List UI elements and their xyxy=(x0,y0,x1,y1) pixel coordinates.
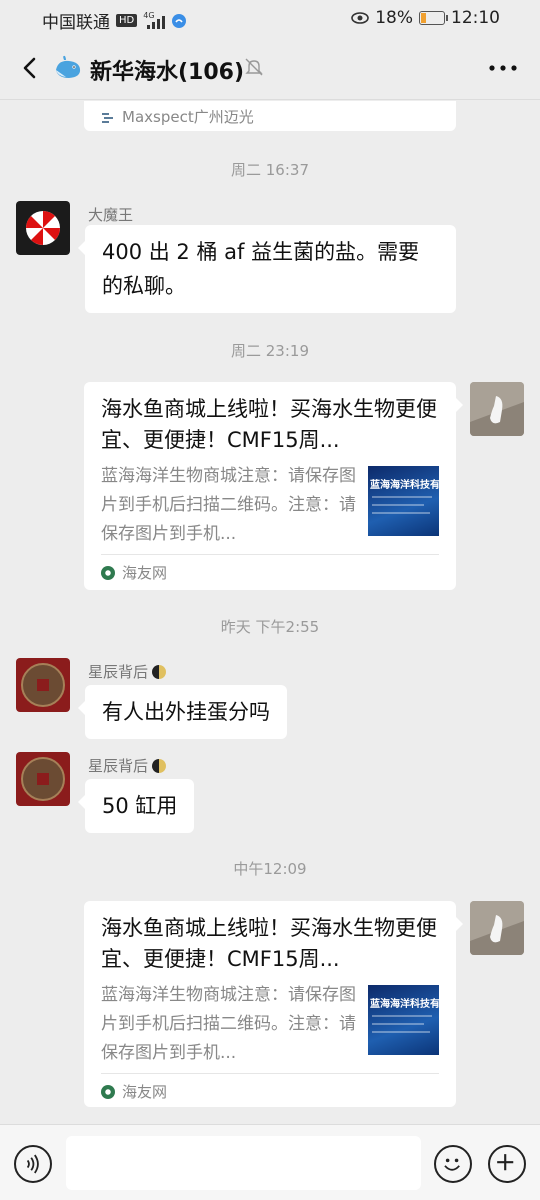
message-bubble[interactable]: 50 缸用 xyxy=(77,779,195,833)
input-bar xyxy=(0,1124,540,1200)
card-thumbnail: 蓝海海洋科技有 xyxy=(368,985,439,1055)
sender-name: 星辰背后 xyxy=(88,755,167,776)
chat-header: 新华海水(106) xyxy=(0,36,540,100)
signal-icon: 4G xyxy=(143,10,166,29)
hd-badge: HD xyxy=(116,14,138,27)
status-bar: 中国联通 HD 4G 18% 12:10 xyxy=(0,0,540,36)
message-bubble[interactable]: 有人出外挂蛋分吗 xyxy=(78,685,287,739)
coin-avatar-icon xyxy=(21,757,65,801)
card-title: 海水鱼商城上线啦！买海水生物更便宜、更便捷！CMF15周... xyxy=(101,916,437,971)
source-logo-icon xyxy=(101,565,115,580)
coin-avatar-icon xyxy=(21,663,65,707)
moon-emoji-icon xyxy=(152,664,167,679)
source-logo-icon xyxy=(101,1084,115,1099)
card-source: 海友网 xyxy=(122,564,168,582)
sender-name: 大魔王 xyxy=(88,206,134,224)
emoji-icon[interactable] xyxy=(434,1145,472,1183)
card-divider xyxy=(101,554,439,555)
moon-emoji-icon xyxy=(152,758,167,773)
message-bubble[interactable]: 400 出 2 桶 af 益生菌的盐。需要的私聊。 xyxy=(78,225,456,313)
chat-title: 新华海水(106) xyxy=(90,60,245,85)
previous-link-card[interactable]: Maxspect广州迈光 xyxy=(84,101,456,131)
eye-icon xyxy=(351,12,370,24)
card-source: Maxspect广州迈光 xyxy=(122,108,254,126)
my-avatar[interactable] xyxy=(470,901,524,955)
card-divider xyxy=(101,1073,439,1074)
voice-icon[interactable] xyxy=(14,1145,52,1183)
whale-icon xyxy=(56,55,81,78)
avatar[interactable] xyxy=(16,658,70,712)
avatar[interactable] xyxy=(16,752,70,806)
carrier-name: 中国联通 xyxy=(42,13,110,33)
chevron-left-icon[interactable] xyxy=(16,52,46,84)
message-input[interactable] xyxy=(66,1136,421,1190)
battery-percent: 18% xyxy=(375,8,413,28)
my-avatar[interactable] xyxy=(470,382,524,436)
wifi-icon xyxy=(172,13,187,28)
battery-icon xyxy=(419,11,448,25)
link-card[interactable]: 海水鱼商城上线啦！买海水生物更便宜、更便捷！CMF15周... 蓝海海洋生物商城… xyxy=(84,382,463,590)
timestamp: 昨天 下午2:55 xyxy=(220,618,320,636)
network-type: 4G xyxy=(143,10,155,20)
photo-avatar-icon xyxy=(470,901,524,955)
umbrella-logo-icon xyxy=(26,211,60,245)
timestamp: 中午12:09 xyxy=(233,860,307,878)
card-title: 海水鱼商城上线啦！买海水生物更便宜、更便捷！CMF15周... xyxy=(101,397,437,452)
more-dots-icon[interactable] xyxy=(488,58,518,78)
sender-name: 星辰背后 xyxy=(88,661,167,682)
clock: 12:10 xyxy=(451,8,500,28)
card-description: 蓝海海洋生物商城注意：请保存图片到手机后扫描二维码。注意：请保存图片到手机... xyxy=(101,985,356,1063)
card-description: 蓝海海洋生物商城注意：请保存图片到手机后扫描二维码。注意：请保存图片到手机... xyxy=(101,466,356,544)
maxspect-logo-icon xyxy=(102,112,113,123)
avatar[interactable] xyxy=(16,201,70,255)
timestamp: 周二 16:37 xyxy=(231,161,309,179)
photo-avatar-icon xyxy=(470,382,524,436)
card-source: 海友网 xyxy=(122,1083,168,1101)
plus-icon[interactable] xyxy=(488,1145,526,1183)
card-thumbnail: 蓝海海洋科技有 xyxy=(368,466,439,536)
bell-muted-icon xyxy=(245,58,263,76)
link-card[interactable]: 海水鱼商城上线啦！买海水生物更便宜、更便捷！CMF15周... 蓝海海洋生物商城… xyxy=(84,901,463,1107)
chat-message-list[interactable]: Maxspect广州迈光 周二 16:37 大魔王 400 出 2 桶 af 益… xyxy=(0,101,540,1124)
timestamp: 周二 23:19 xyxy=(231,342,309,360)
